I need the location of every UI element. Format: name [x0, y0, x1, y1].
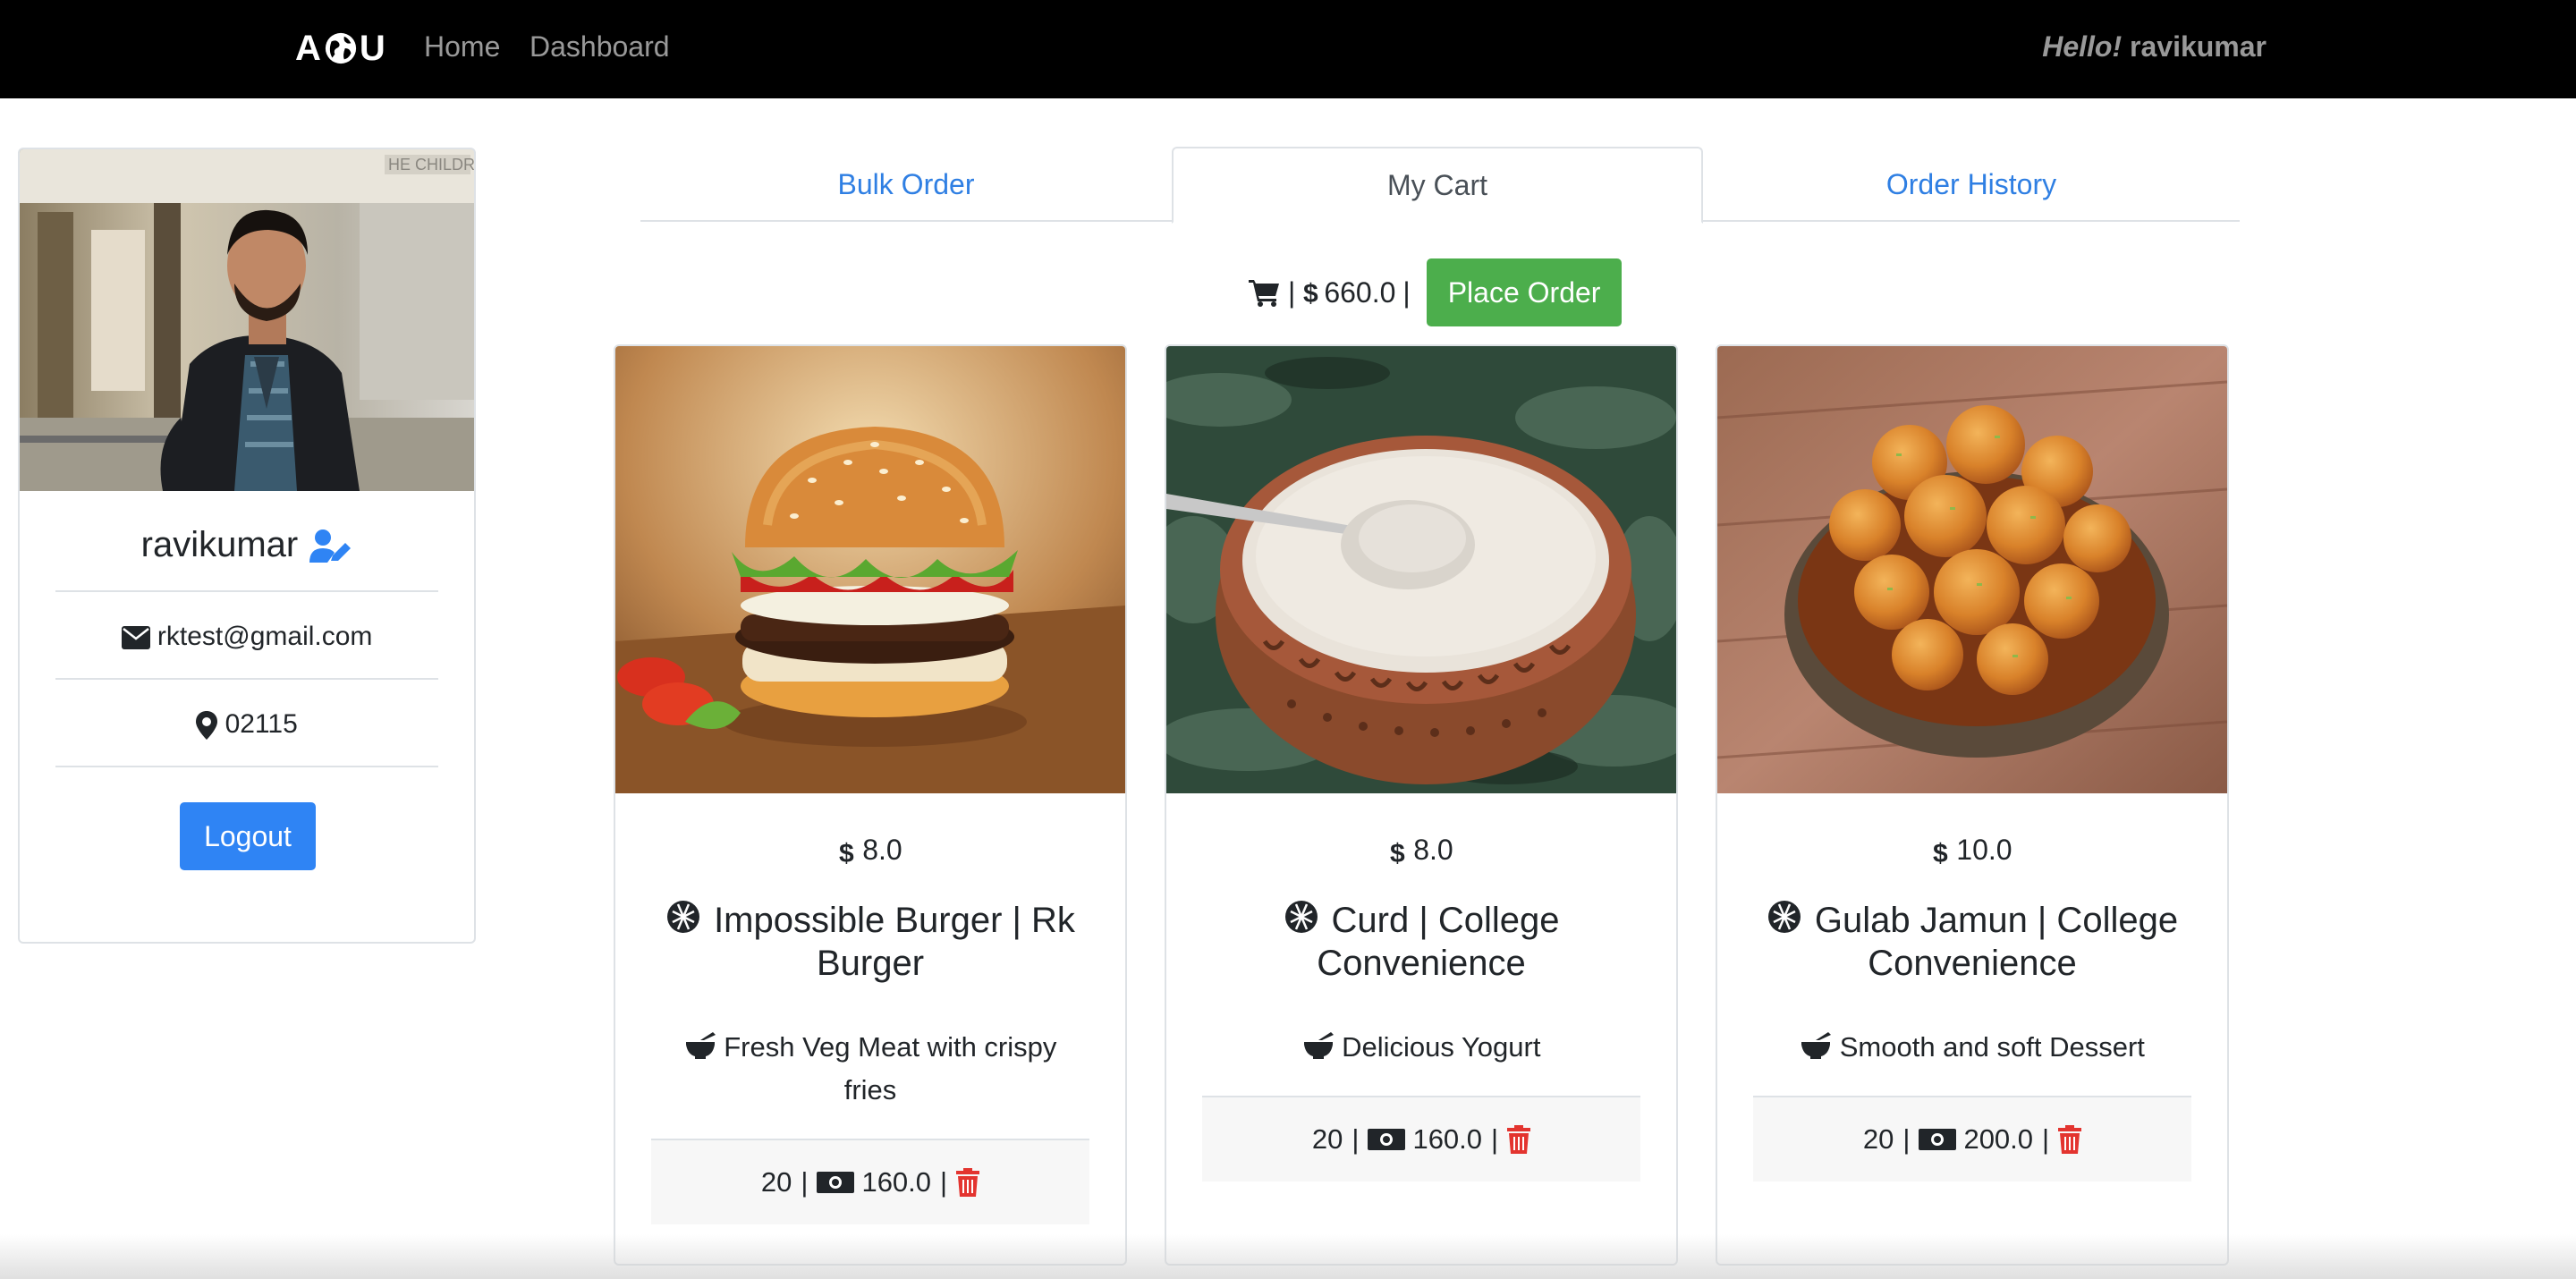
- tab-order-history[interactable]: Order History: [1703, 147, 2240, 222]
- item-quantity: 20: [1311, 1123, 1343, 1155]
- item-title: Gulab Jamun | College Convenience: [1744, 899, 2200, 985]
- profile-photo: HE CHILDRE: [20, 149, 474, 491]
- item-footer: 20 | 200.0 |: [1753, 1096, 2191, 1182]
- photo-background-sign: HE CHILDRE: [388, 156, 474, 174]
- product-image-burger: [615, 346, 1125, 793]
- profile-divider: [55, 766, 438, 767]
- profile-zip: 02115: [225, 709, 298, 739]
- nav-home-link[interactable]: Home: [424, 30, 500, 64]
- footer-separator: |: [1491, 1123, 1499, 1155]
- item-title-line2: Convenience: [1317, 944, 1526, 983]
- item-title-line2: Burger: [816, 944, 925, 983]
- svg-text:$: $: [1933, 839, 1948, 867]
- trash-icon[interactable]: [1507, 1125, 1531, 1154]
- tab-bulk-order[interactable]: Bulk Order: [640, 147, 1172, 222]
- item-title-line2: Convenience: [1868, 944, 2077, 983]
- footer-separator: |: [1352, 1123, 1360, 1155]
- profile-divider: [55, 678, 438, 680]
- brand-logo[interactable]: A U: [295, 27, 386, 70]
- item-price: $ 8.0: [615, 834, 1125, 867]
- item-desc-line1: Fresh Veg Meat with crispy: [724, 1031, 1057, 1063]
- cart-item-card: $ 8.0 Impossible Burger | Rk Burger Fres…: [614, 344, 1127, 1266]
- profile-email: rktest@gmail.com: [157, 622, 373, 651]
- order-tabs: Bulk Order My Cart Order History: [640, 147, 2240, 224]
- product-image-curd: [1166, 346, 1676, 793]
- item-title-line1: Curd | College: [1331, 901, 1560, 940]
- item-footer: 20 | 160.0 |: [1202, 1096, 1640, 1182]
- footer-separator: |: [2042, 1123, 2050, 1155]
- place-order-button[interactable]: Place Order: [1426, 258, 1623, 326]
- envelope-icon: [121, 626, 150, 650]
- footer-separator: |: [940, 1166, 948, 1198]
- cookie-icon: [1767, 901, 1801, 934]
- map-marker-icon: [196, 711, 218, 741]
- user-greeting: Hello! ravikumar: [2042, 30, 2267, 64]
- item-subtotal: 160.0: [861, 1166, 932, 1198]
- item-title-line1: Impossible Burger | Rk: [714, 901, 1075, 940]
- cart-summary-separator: |: [1288, 275, 1296, 309]
- brand-left-letter: A: [295, 28, 322, 68]
- footer-separator: |: [1902, 1123, 1911, 1155]
- shopping-cart-icon: [1249, 280, 1279, 307]
- item-quantity: 20: [1862, 1123, 1894, 1155]
- profile-card: HE CHILDRE ravikumar rktest@gmail.com: [18, 148, 476, 944]
- mortar-pestle-icon: [685, 1031, 716, 1059]
- item-desc-line1: Smooth and soft Dessert: [1839, 1031, 2145, 1063]
- item-description: Delicious Yogurt: [1202, 1026, 1640, 1069]
- cart-summary-separator: |: [1402, 275, 1411, 309]
- item-desc-line1: Delicious Yogurt: [1342, 1031, 1541, 1063]
- cookie-icon: [667, 901, 700, 934]
- item-price-value: 8.0: [1413, 834, 1453, 866]
- footer-separator: |: [801, 1166, 809, 1198]
- trash-icon[interactable]: [2058, 1125, 2082, 1154]
- brand-right-letter: U: [359, 28, 386, 68]
- item-subtotal: 160.0: [1412, 1123, 1483, 1155]
- greeting-username: ravikumar: [2130, 30, 2267, 63]
- nav-dashboard-link[interactable]: Dashboard: [530, 30, 670, 64]
- item-price-value: 8.0: [862, 834, 902, 866]
- item-title-line1: Gulab Jamun | College: [1814, 901, 2179, 940]
- item-subtotal: 200.0: [1963, 1123, 2034, 1155]
- item-quantity: 20: [760, 1166, 792, 1198]
- mortar-pestle-icon: [1303, 1031, 1334, 1059]
- greeting-hello: Hello!: [2042, 30, 2123, 63]
- cart-summary: | $ 660.0 | Place Order: [1249, 258, 1623, 326]
- cart-item-card: $ 8.0 Curd | College Convenience Delicio…: [1165, 344, 1678, 1266]
- profile-name: ravikumar: [20, 525, 474, 565]
- mortar-pestle-icon: [1801, 1031, 1832, 1059]
- cookie-icon: [1284, 901, 1318, 934]
- profile-divider: [55, 590, 438, 592]
- dollar-icon: $: [1933, 839, 1948, 867]
- item-price: $ 8.0: [1166, 834, 1676, 867]
- svg-text:$: $: [1390, 839, 1405, 867]
- profile-email-row: rktest@gmail.com: [20, 622, 474, 652]
- item-description: Fresh Veg Meat with crispy fries: [651, 1026, 1089, 1112]
- logout-button[interactable]: Logout: [180, 802, 316, 870]
- item-description: Smooth and soft Dessert: [1753, 1026, 2191, 1069]
- product-image-gulab-jamun: [1717, 346, 2227, 793]
- money-bill-icon: [1368, 1129, 1406, 1150]
- cart-item-card: $ 10.0 Gulab Jamun | College Convenience…: [1716, 344, 2229, 1266]
- tab-my-cart[interactable]: My Cart: [1172, 147, 1703, 224]
- trash-icon[interactable]: [956, 1168, 980, 1197]
- dollar-icon: $: [1303, 279, 1318, 307]
- top-navbar: A U Home Dashboard Hello! ravikumar: [0, 0, 2576, 98]
- globe-icon: [325, 32, 356, 64]
- svg-text:$: $: [839, 839, 854, 867]
- money-bill-icon: [1919, 1129, 1957, 1150]
- profile-name-text: ravikumar: [140, 525, 299, 564]
- profile-zip-row: 02115: [20, 709, 474, 741]
- item-title: Curd | College Convenience: [1193, 899, 1649, 985]
- item-price-value: 10.0: [1956, 834, 2012, 866]
- item-title: Impossible Burger | Rk Burger: [642, 899, 1098, 985]
- money-bill-icon: [817, 1172, 855, 1193]
- item-price: $ 10.0: [1717, 834, 2227, 867]
- item-footer: 20 | 160.0 |: [651, 1139, 1089, 1224]
- dollar-icon: $: [839, 839, 854, 867]
- user-edit-icon[interactable]: [308, 529, 352, 564]
- svg-text:$: $: [1303, 279, 1318, 307]
- item-desc-line2: fries: [843, 1074, 897, 1105]
- dollar-icon: $: [1390, 839, 1405, 867]
- cart-total: 660.0: [1324, 275, 1396, 309]
